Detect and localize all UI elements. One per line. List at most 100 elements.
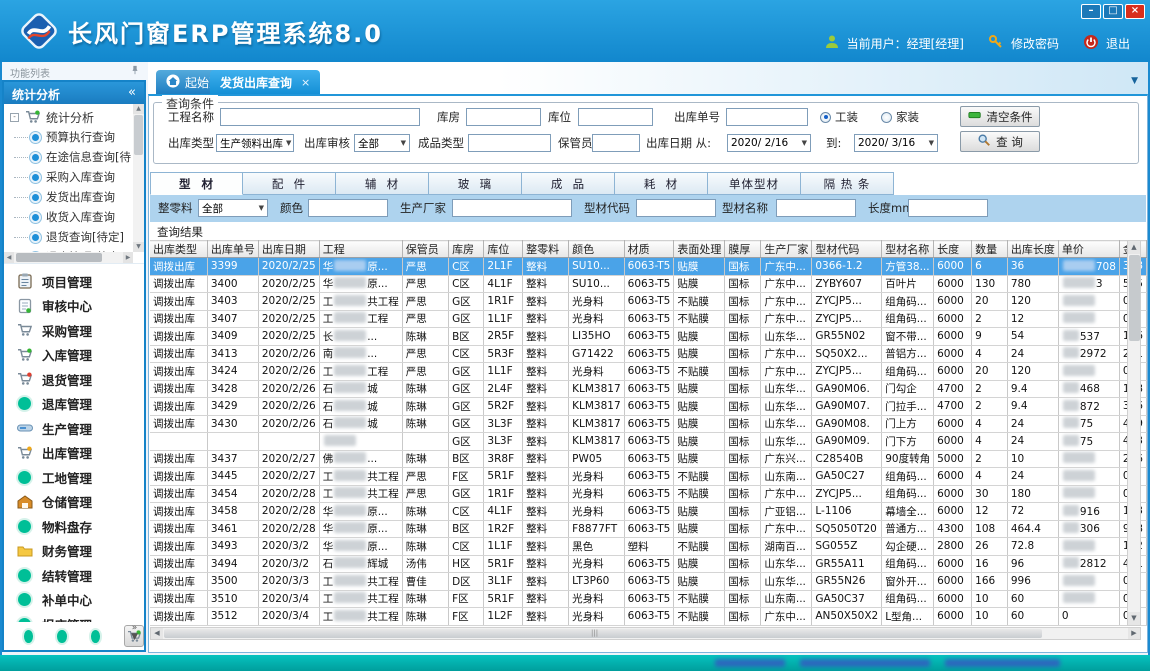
quick-dot-icon[interactable]	[57, 630, 66, 643]
tree-collapse-box-icon[interactable]: -	[10, 113, 19, 122]
profile-name-input[interactable]	[776, 199, 856, 217]
table-row[interactable]: 调拨出库34612020/2/28华原...陈琳B区1R2F整料F8877FT6…	[150, 520, 1147, 538]
whole-part-select[interactable]: 全部▼	[198, 199, 268, 217]
more-items-chevron[interactable]: »▼	[131, 624, 138, 642]
pin-icon[interactable]	[130, 65, 140, 78]
tab-overflow-icon[interactable]: ▼	[1131, 76, 1138, 86]
material-tab-7[interactable]: 隔 热 条	[801, 172, 894, 195]
table-row[interactable]: 调拨出库34242020/2/26工工程严思G区1L1F整料光身料6063-T5…	[150, 363, 1147, 381]
maximize-button[interactable]: □	[1103, 4, 1123, 19]
column-header-11[interactable]: 膜厚	[725, 241, 761, 258]
clear-conditions-button[interactable]: 清空条件	[960, 106, 1040, 127]
sidebar-item-7[interactable]: 出库管理	[4, 441, 144, 466]
scroll-down-icon[interactable]: ▼	[1128, 612, 1140, 625]
scrollbar-thumb[interactable]	[134, 115, 143, 155]
sidebar-item-13[interactable]: 补单中心	[4, 588, 144, 613]
order-no-input[interactable]	[726, 108, 808, 126]
color-input[interactable]	[308, 199, 388, 217]
date-from-select[interactable]: 2020/ 2/16▼	[727, 134, 811, 152]
sidebar-item-2[interactable]: 采购管理	[4, 318, 144, 343]
table-row[interactable]: 调拨出库35102020/3/4工共工程陈琳F区5R1F整料光身料6063-T5…	[150, 590, 1147, 608]
quick-dot-icon[interactable]	[24, 630, 33, 643]
change-password-link[interactable]: 修改密码	[1011, 35, 1059, 52]
date-to-select[interactable]: 2020/ 3/16▼	[854, 134, 938, 152]
material-tab-0[interactable]: 型 材	[150, 172, 243, 195]
search-button[interactable]: 查 询	[960, 131, 1040, 152]
sidebar-item-0[interactable]: 项目管理	[4, 269, 144, 294]
table-row[interactable]: 调拨出库34282020/2/26石城陈琳G区2L4F整料KLM38176063…	[150, 380, 1147, 398]
tree-item-3[interactable]: 发货出库查询	[6, 187, 131, 207]
sidebar-item-11[interactable]: 财务管理	[4, 539, 144, 564]
sidebar-item-3[interactable]: 入库管理	[4, 343, 144, 368]
table-row[interactable]: 调拨出库34942020/3/2石辉城汤伟H区5R1F整料光身料6063-T5贴…	[150, 555, 1147, 573]
table-row[interactable]: 调拨出库34302020/2/26石城陈琳G区3L3F整料KLM38176063…	[150, 415, 1147, 433]
tree-item-1[interactable]: 在途信息查询[待	[6, 147, 131, 167]
sidebar-item-1[interactable]: 审核中心	[4, 294, 144, 319]
keeper-input[interactable]	[592, 134, 640, 152]
column-header-7[interactable]: 整零料	[523, 241, 569, 258]
material-tab-5[interactable]: 耗 材	[615, 172, 708, 195]
scroll-up-icon[interactable]: ▲	[133, 104, 144, 114]
column-header-13[interactable]: 型材代码	[812, 241, 882, 258]
table-row[interactable]: 调拨出库34072020/2/25工工程严思G区1L1F整料光身料6063-T5…	[150, 310, 1147, 328]
sidebar-item-8[interactable]: 工地管理	[4, 465, 144, 490]
column-header-9[interactable]: 材质	[624, 241, 674, 258]
tree-item-0[interactable]: 预算执行查询	[6, 127, 131, 147]
sidebar-item-12[interactable]: 结转管理	[4, 563, 144, 588]
column-header-12[interactable]: 生产厂家	[761, 241, 812, 258]
material-tab-4[interactable]: 成 品	[522, 172, 615, 195]
sidebar-item-5[interactable]: 退库管理	[4, 392, 144, 417]
tree-item-5[interactable]: 退货查询[待定]	[6, 227, 131, 247]
table-row[interactable]: 调拨出库34032020/2/25工共工程严思G区1R1F整料光身料6063-T…	[150, 293, 1147, 311]
table-row[interactable]: 调拨出库34932020/3/2华原...陈琳C区1L1F整料黑色塑料不贴膜国标…	[150, 538, 1147, 556]
scroll-right-icon[interactable]: ▶	[123, 252, 133, 263]
logout-link[interactable]: 退出	[1106, 35, 1130, 52]
column-header-6[interactable]: 库位	[484, 241, 523, 258]
column-header-14[interactable]: 型材名称	[882, 241, 934, 258]
tree-root-item[interactable]: - 统计分析	[6, 107, 131, 127]
column-header-1[interactable]: 出库单号	[207, 241, 258, 258]
table-row[interactable]: 调拨出库34452020/2/27工共工程严思F区5R1F整料光身料6063-T…	[150, 468, 1147, 486]
table-row[interactable]: G区3L3F整料KLM38176063-T5贴膜国标山东华...GA90M09.…	[150, 433, 1147, 451]
material-tab-6[interactable]: 单体型材	[708, 172, 801, 195]
table-row[interactable]: 调拨出库34582020/2/28华原...陈琳C区4L1F整料光身料6063-…	[150, 503, 1147, 521]
section-header[interactable]: 统计分析 «	[4, 82, 144, 104]
table-row[interactable]: 调拨出库34372020/2/27佛...陈琳B区3R8F整料PW056063-…	[150, 450, 1147, 468]
column-header-3[interactable]: 工程	[319, 241, 402, 258]
location-input[interactable]	[578, 108, 653, 126]
outbound-type-select[interactable]: 生产领料出库▼	[216, 134, 294, 152]
column-header-5[interactable]: 库房	[449, 241, 484, 258]
material-tab-3[interactable]: 玻 璃	[429, 172, 522, 195]
scrollbar-thumb[interactable]	[1129, 255, 1140, 341]
column-header-2[interactable]: 出库日期	[258, 241, 319, 258]
column-header-18[interactable]: 单价	[1058, 241, 1119, 258]
warehouse-input[interactable]	[466, 108, 541, 126]
material-tab-2[interactable]: 辅 材	[336, 172, 429, 195]
sidebar-item-6[interactable]: 生产管理	[4, 416, 144, 441]
close-button[interactable]: ×	[1125, 4, 1145, 19]
column-header-0[interactable]: 出库类型	[150, 241, 207, 258]
manufacturer-input[interactable]	[452, 199, 572, 217]
radio-jiazhuang[interactable]: 家装	[881, 108, 919, 126]
minimize-button[interactable]: –	[1081, 4, 1101, 19]
table-row[interactable]: 调拨出库35002020/3/3工共工程曹佳D区3L1F整料LT3P606063…	[150, 573, 1147, 591]
scroll-right-icon[interactable]: ▶	[1128, 628, 1140, 639]
quick-dot-icon[interactable]	[91, 630, 100, 643]
table-row[interactable]: 调拨出库34092020/2/25长...陈琳B区2R5F整料LI35HO606…	[150, 328, 1147, 346]
scroll-up-icon[interactable]: ▲	[1128, 241, 1140, 254]
column-header-8[interactable]: 颜色	[569, 241, 625, 258]
product-type-input[interactable]	[468, 134, 551, 152]
column-header-15[interactable]: 长度	[934, 241, 972, 258]
sidebar-item-9[interactable]: 仓储管理	[4, 490, 144, 515]
outbound-audit-select[interactable]: 全部▼	[354, 134, 410, 152]
collapse-icon[interactable]: «	[128, 85, 136, 100]
tree-item-4[interactable]: 收货入库查询	[6, 207, 131, 227]
length-input[interactable]	[908, 199, 988, 217]
column-header-10[interactable]: 表面处理	[674, 241, 725, 258]
sidebar-item-14[interactable]: 报废管理	[4, 612, 144, 622]
tree-horizontal-scrollbar[interactable]: ◀ ▶	[4, 252, 133, 263]
table-row[interactable]: 调拨出库35122020/3/4工共工程陈琳F区1L2F整料光身料6063-T5…	[150, 608, 1147, 626]
column-header-17[interactable]: 出库长度	[1007, 241, 1058, 258]
scroll-left-icon[interactable]: ◀	[151, 628, 163, 639]
grid-vertical-scrollbar[interactable]: ▲ ▼	[1127, 240, 1141, 626]
